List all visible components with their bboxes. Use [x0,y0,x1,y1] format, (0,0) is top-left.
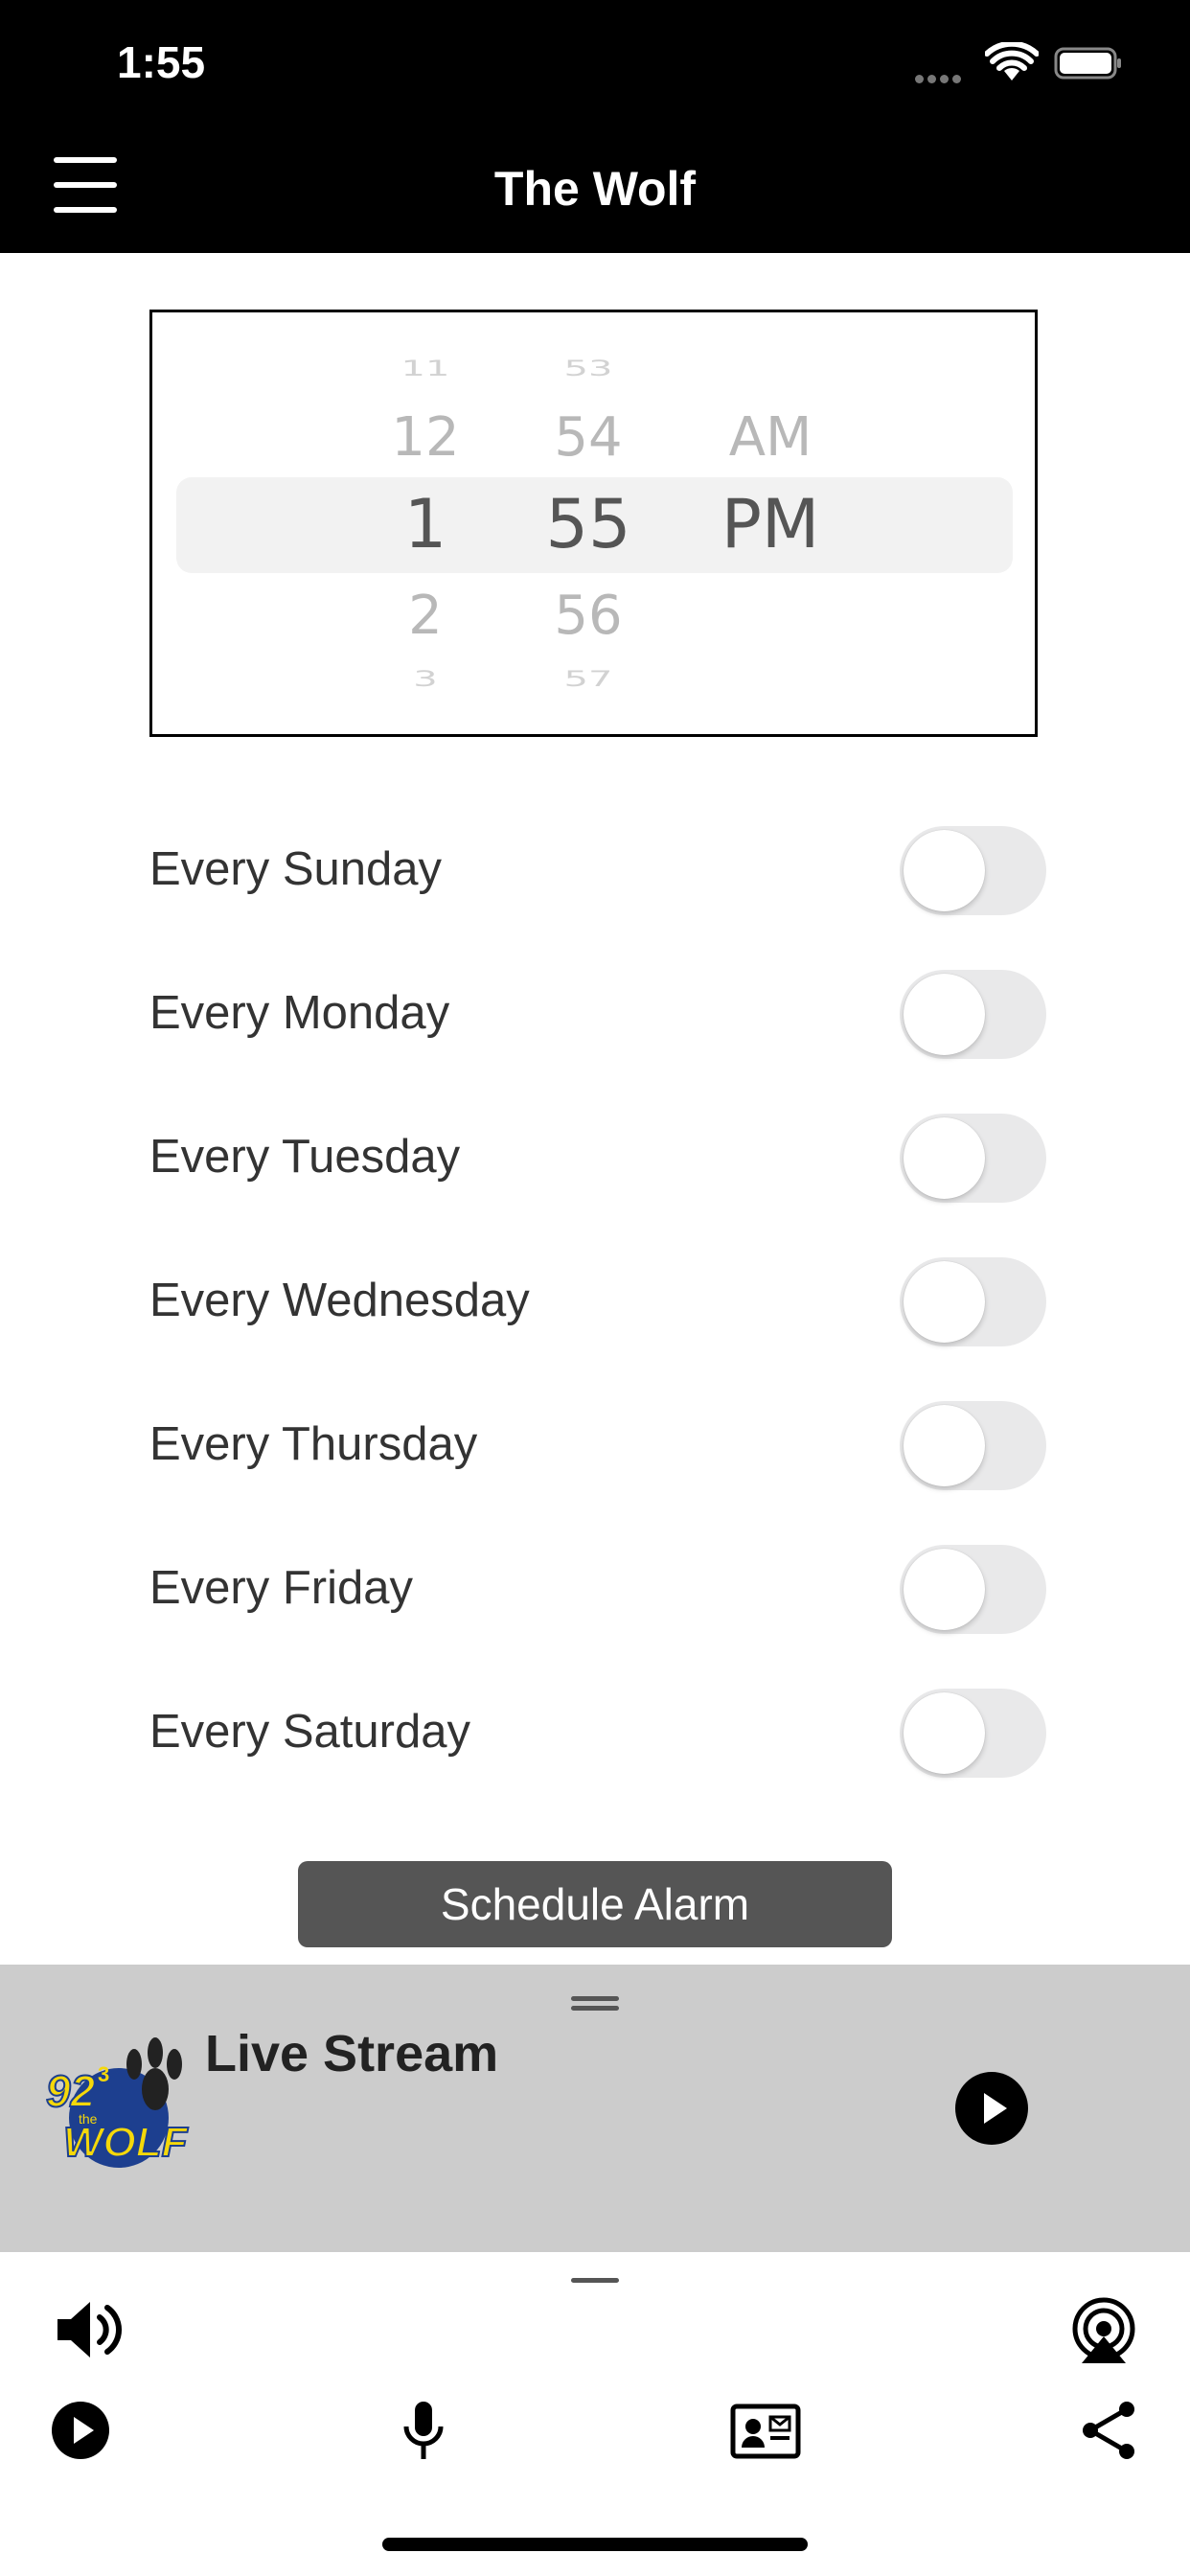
play-icon [984,2093,1007,2124]
picker-minute-option[interactable]: 56 [507,585,670,647]
toggle-tuesday[interactable] [900,1114,1046,1203]
day-label-thursday: Every Thursday [149,1418,478,1470]
toggle-thursday[interactable] [900,1401,1046,1490]
day-label-monday: Every Monday [149,987,450,1039]
page-title: The Wolf [493,162,697,216]
battery-icon [1054,47,1121,80]
player-drag-handle[interactable] [571,1996,619,2001]
toggle-monday[interactable] [900,970,1046,1059]
logo-superscript: 3 [98,2062,109,2086]
picker-period-selected[interactable]: PM [689,485,852,564]
picker-hour-option[interactable]: 3 [344,667,507,691]
picker-hour-option[interactable]: 2 [344,585,507,647]
logo-number: 92 [46,2066,96,2116]
status-time: 1:55 [117,37,206,87]
airplay-icon[interactable] [1068,2296,1139,2363]
toggle-knob [904,974,985,1055]
player-drag-handle-line [571,2006,619,2011]
toggle-knob [904,1405,985,1486]
day-label-friday: Every Friday [149,1562,414,1614]
toggle-knob [904,1261,985,1343]
toggle-knob [904,830,985,911]
controls-drag-handle[interactable] [571,2278,619,2283]
day-label-tuesday: Every Tuesday [149,1131,461,1183]
picker-minute-option[interactable]: 57 [507,667,670,691]
share-icon[interactable] [1079,2400,1140,2461]
picker-minute-option[interactable]: 54 [507,406,670,469]
picker-hour-option[interactable]: 12 [344,406,507,469]
play-icon[interactable] [50,2400,111,2461]
volume-icon[interactable] [54,2296,125,2363]
day-label-saturday: Every Saturday [149,1706,470,1758]
toggle-knob [904,1117,985,1199]
picker-period-option[interactable]: AM [689,406,852,469]
station-logo: 92 3 the WOLF [45,2037,190,2168]
contact-card-icon[interactable] [730,2404,801,2459]
home-indicator[interactable] [382,2538,808,2551]
toggle-wednesday[interactable] [900,1257,1046,1346]
cellular-signal-icon [915,71,971,83]
live-stream-title: Live Stream [205,2025,499,2082]
player-play-button[interactable] [955,2072,1028,2145]
picker-hour-option[interactable]: 11 [344,356,507,380]
toggle-sunday[interactable] [900,826,1046,915]
toggle-knob [904,1549,985,1630]
time-picker[interactable]: 11 12 1 2 3 53 54 55 56 57 AM PM [149,310,1038,737]
picker-minute-selected[interactable]: 55 [507,485,670,564]
schedule-alarm-button[interactable]: Schedule Alarm [298,1861,892,1947]
toggle-saturday[interactable] [900,1689,1046,1778]
logo-name: WOLF [63,2119,189,2166]
wifi-icon [985,42,1039,80]
microphone-icon[interactable] [400,2400,446,2461]
picker-hour-selected[interactable]: 1 [344,485,507,564]
toggle-knob [904,1692,985,1774]
day-label-wednesday: Every Wednesday [149,1275,530,1326]
picker-minute-option[interactable]: 53 [507,356,670,380]
toggle-friday[interactable] [900,1545,1046,1634]
day-label-sunday: Every Sunday [149,843,443,895]
